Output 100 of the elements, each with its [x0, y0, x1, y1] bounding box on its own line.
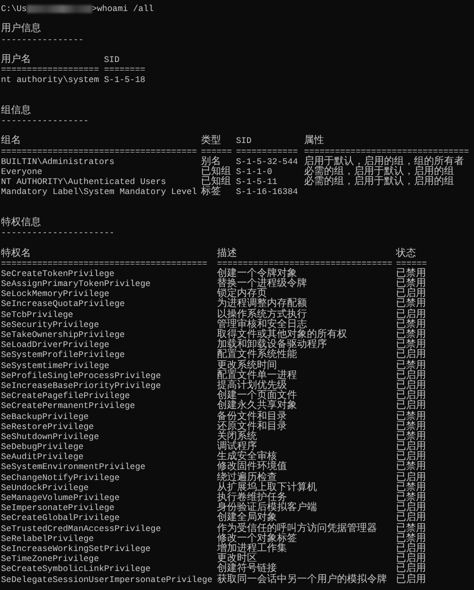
table-cell-text: 已禁用	[396, 320, 427, 330]
column-header: 组名	[1, 136, 22, 147]
table-cell-text: 已启用	[396, 574, 427, 585]
table-cell-text: 已启用	[396, 401, 427, 412]
table-cell-text: 已禁用	[396, 268, 427, 279]
table-cell-text: 已启用	[396, 513, 427, 524]
column-rule: ===================	[1, 65, 100, 76]
table-cell-text: 增加进程工作集	[217, 544, 288, 554]
table-cell-text: S-1-5-18	[104, 75, 146, 86]
blurred-text	[26, 5, 92, 14]
table-cell-text: Everyone	[1, 167, 44, 178]
table-cell-text: 创建一个令牌对象	[217, 268, 297, 279]
table-cell-text: Mandatory Label\System Mandatory Level	[1, 187, 198, 198]
table-cell-text: SeCreatePermanentPrivilege	[1, 401, 136, 412]
table-cell-text: SeSystemtimePrivilege	[1, 360, 110, 371]
table-cell-text: 备份文件和目录	[217, 412, 288, 422]
table-cell-text: 已启用	[396, 310, 427, 320]
table-cell-text: SeAuditPrivilege	[1, 452, 85, 462]
table-cell-text: 已禁用	[396, 482, 427, 493]
table-cell-text: SeSystemProfilePrivilege	[1, 350, 126, 361]
heading-underline: ----------------	[1, 34, 84, 45]
table-cell-text: SeSystemEnvironmentPrivilege	[1, 462, 146, 473]
table-cell-text: 启用于默认，启用的组，组的所有者	[304, 156, 465, 167]
table-cell-text: SeDelegateSessionUserImpersonatePrivilege	[1, 574, 214, 585]
table-cell-text: 别名	[201, 156, 221, 167]
table-cell-text: SeShutdownPrivilege	[1, 432, 100, 442]
table-cell-text: SeCreatePagefilePrivilege	[1, 391, 131, 402]
table-cell-text: SeUndockPrivilege	[1, 482, 90, 494]
table-cell-text: SeLockMemoryPrivilege	[1, 289, 110, 300]
column-header: 特权名	[1, 248, 32, 259]
column-rule: ======	[201, 146, 233, 157]
table-cell-text: SeSecurityPrivilege	[1, 320, 100, 330]
table-cell-text: 已禁用	[396, 412, 427, 422]
table-cell-text: 必需的组，启用于默认，启用的组	[304, 177, 455, 188]
table-cell-text: 修改一个对象标签	[217, 534, 298, 544]
table-cell-text: 创建永久共享对象	[217, 401, 298, 412]
table-cell-text: SeLoadDriverPrivilege	[1, 340, 110, 350]
table-cell-text: 已启用	[396, 472, 427, 483]
table-cell-text: BUILTIN\Administrators	[1, 156, 116, 168]
table-cell-text: S-1-16-16384	[236, 187, 299, 198]
table-cell-text: 已禁用	[396, 534, 427, 544]
table-cell-text: 已禁用	[396, 422, 427, 432]
table-cell-text: 提高计划优先级	[217, 380, 287, 391]
table-cell-text: 获取同一会话中另一个用户的模拟令牌	[217, 574, 388, 585]
table-cell-text: 已启用	[396, 350, 427, 360]
section-heading: 用户信息	[1, 24, 41, 35]
table-cell-text: 已禁用	[396, 360, 427, 371]
table-cell-text: SeIncreaseWorkingSetPrivilege	[1, 544, 152, 554]
table-cell-text: 配置文件系统性能	[217, 350, 298, 360]
table-cell-text: SeIncreaseQuotaPrivilege	[1, 299, 126, 310]
table-cell-text: 更改系统时间	[217, 360, 277, 371]
table-cell-text: 已启用	[396, 564, 427, 574]
table-cell-text: SeCreateTokenPrivilege	[1, 268, 116, 280]
table-cell-text: SeProfileSingleProcessPrivilege	[1, 370, 162, 381]
table-cell-text: SeManageVolumePrivilege	[1, 493, 121, 504]
table-cell-text: 已知组	[201, 167, 232, 178]
table-cell-text: 已禁用	[396, 462, 427, 472]
table-cell-text: 以操作系统方式执行	[217, 310, 308, 320]
table-cell-text: S-1-5-32-544	[236, 156, 299, 168]
table-cell-text: 已禁用	[396, 432, 427, 442]
table-cell-text: 已启用	[396, 544, 427, 554]
table-cell-text: SeDebugPrivilege	[1, 442, 85, 452]
table-cell-text: 创建符号链接	[217, 564, 277, 574]
table-cell-text: S-1-1-0	[236, 167, 274, 178]
table-cell-text: S-1-5-11	[236, 177, 278, 188]
column-rule: ========	[104, 65, 146, 76]
table-cell-text: SeChangeNotifyPrivilege	[1, 472, 121, 483]
prompt-path: C:\Us	[1, 4, 27, 14]
table-cell-text: SeTakeOwnershipPrivilege	[1, 330, 126, 340]
heading-underline: ----------------------	[1, 228, 114, 238]
table-cell-text: 已启用	[396, 380, 427, 391]
table-cell-text: 从扩展坞上取下计算机	[217, 482, 318, 493]
table-cell-text: 已禁用	[396, 299, 427, 310]
table-cell-text: 标签	[201, 187, 222, 198]
column-header: SID	[104, 54, 120, 66]
table-cell-text: nt authority\system	[1, 75, 100, 86]
column-rule: ======	[396, 258, 428, 269]
table-cell-text: 还原文件和目录	[217, 422, 288, 432]
column-rule: ============	[236, 146, 299, 157]
column-rule: ======================================	[1, 146, 198, 157]
table-cell-text: 配置文件单一进程	[217, 370, 298, 381]
section-heading: 组信息	[1, 106, 31, 116]
table-cell-text: 创建全局对象	[217, 513, 278, 524]
table-cell-text: SeTcbPrivilege	[1, 310, 74, 320]
command-text: >whoami /all	[92, 4, 154, 14]
table-cell-text: 已禁用	[396, 524, 427, 534]
table-cell-text: NT AUTHORITY\Authenticated Users	[1, 177, 168, 188]
table-cell-text: 管理审核和安全日志	[217, 320, 308, 330]
table-cell-text: 为进程调整内存配额	[217, 299, 308, 310]
heading-underline: -----------------	[1, 116, 89, 126]
table-cell-text: SeBackupPrivilege	[1, 412, 90, 422]
column-header: 描述	[217, 248, 238, 259]
column-header: 状态	[396, 248, 417, 259]
column-header: 属性	[304, 136, 325, 147]
column-rule: ========================================	[1, 258, 208, 269]
column-rule: ================================	[304, 146, 470, 157]
table-cell-text: SeTimeZonePrivilege	[1, 554, 100, 564]
table-cell-text: 关闭系统	[217, 432, 258, 442]
table-cell-text: SeCreateGlobalPrivilege	[1, 513, 121, 524]
table-cell-text: 已启用	[396, 370, 427, 381]
